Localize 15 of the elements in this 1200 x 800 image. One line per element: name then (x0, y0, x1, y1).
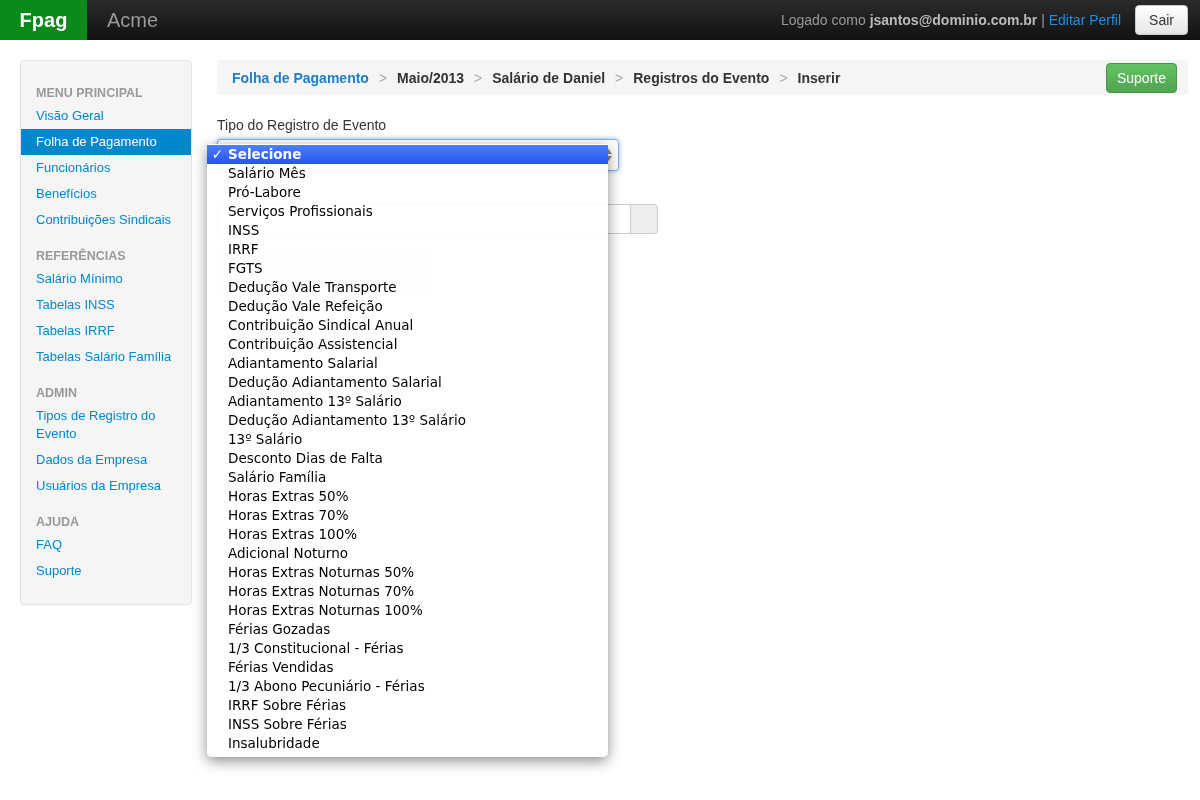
breadcrumb-divider: > (474, 69, 483, 86)
breadcrumb-divider: > (378, 69, 388, 86)
breadcrumb-item: Inserir (797, 69, 841, 86)
section-header: ADMIN (35, 385, 78, 402)
logged-in-text: Logado como jsantos@dominio.com.br | (780, 12, 1046, 28)
section-header: REFERÊNCIAS (35, 247, 127, 265)
company-name: Acme (106, 8, 159, 32)
section-header: AJUDA (35, 514, 81, 531)
breadcrumb-item: Maio/2013 (397, 69, 465, 86)
breadcrumb-divider: > (615, 69, 624, 86)
field-label: Tipo do Registro de Evento (217, 117, 388, 133)
breadcrumb-divider: > (779, 69, 788, 86)
breadcrumb-item: Salário de Daniel (492, 69, 606, 86)
section-header: MENU PRINCIPAL (35, 85, 144, 102)
breadcrumb-item: Registros do Evento (633, 69, 770, 86)
